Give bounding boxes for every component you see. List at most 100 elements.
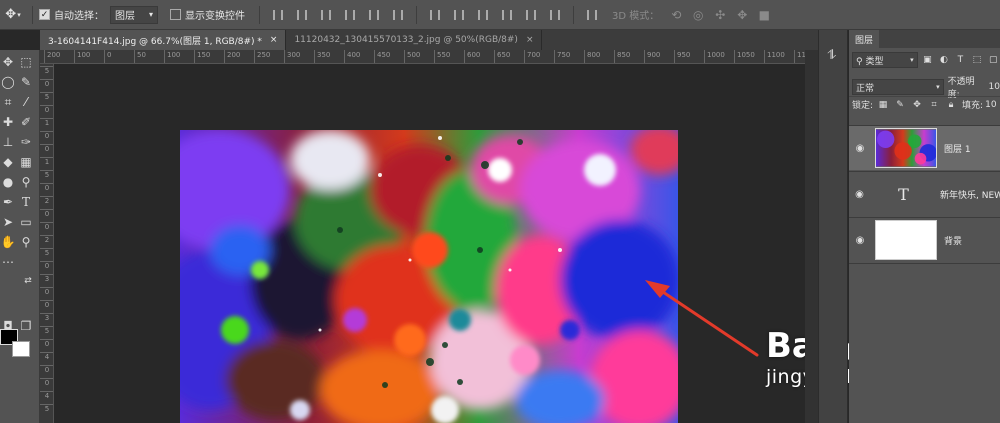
lock-position-icon[interactable]: ✥ xyxy=(910,100,924,110)
history-brush-tool-icon[interactable]: ✑ xyxy=(18,134,34,150)
eye-icon[interactable]: ◉ xyxy=(849,143,871,154)
align-right-icon[interactable] xyxy=(389,8,407,22)
panel-gap xyxy=(805,50,818,423)
align-vcenter-icon[interactable] xyxy=(293,8,311,22)
zoom-tool-icon[interactable]: ⚲ xyxy=(18,234,34,250)
layer-row-text[interactable]: ◉ T 新年快乐, NEW xyxy=(849,171,1000,216)
properties-panel-icon[interactable]: ⥮ xyxy=(827,48,836,63)
ruler-tick: 5 xyxy=(40,170,53,180)
ruler-tick: 200 xyxy=(44,50,60,63)
layer-name: 背景 xyxy=(944,236,963,247)
lock-pixels-icon[interactable]: ✎ xyxy=(893,100,907,110)
move-tool-icon[interactable]: ✥ ▾ xyxy=(0,7,26,22)
eye-icon[interactable]: ◉ xyxy=(849,235,871,246)
screen-mode-icon[interactable]: ❐ xyxy=(18,318,34,334)
stamp-tool-icon[interactable]: ⊥ xyxy=(0,134,16,150)
type-tool-icon[interactable]: T xyxy=(18,194,34,210)
auto-align-icon[interactable] xyxy=(583,8,601,22)
tab-layers[interactable]: 图层 xyxy=(849,30,880,48)
align-left-icon[interactable] xyxy=(341,8,359,22)
swap-colors-icon[interactable]: ⇄ xyxy=(20,273,36,289)
rectangle-tool-icon[interactable]: ▭ xyxy=(18,214,34,230)
brush-tool-icon[interactable]: ✐ xyxy=(18,114,34,130)
distribute-vcenter-icon[interactable] xyxy=(450,8,468,22)
crop-tool-icon[interactable]: ⌗ xyxy=(0,94,16,110)
auto-select-checkbox[interactable]: ✓ xyxy=(39,9,50,20)
align-bottom-icon[interactable] xyxy=(317,8,335,22)
ruler-tick: 0 xyxy=(40,209,53,219)
filter-adjustment-icon[interactable]: ◐ xyxy=(937,55,950,65)
fill-value[interactable]: 10 xyxy=(985,100,996,110)
ruler-tick: 300 xyxy=(284,50,300,63)
ruler-tick: 0 xyxy=(40,183,53,193)
hand-tool-icon[interactable]: ✋ xyxy=(0,234,16,250)
filter-type-icon[interactable]: T xyxy=(954,55,967,65)
marquee-tool-icon[interactable]: ⬚ xyxy=(18,54,34,70)
eyedropper-tool-icon[interactable]: ⁄ xyxy=(18,94,34,110)
ruler-tick: 100 xyxy=(74,50,90,63)
document-tab-2[interactable]: 11120432_130415570133_2.jpg @ 50%(RGB/8#… xyxy=(286,30,543,50)
quick-mask-icon[interactable]: ◘ xyxy=(0,318,16,334)
layer-filter-row: ⚲ 类型 ▾ ▣ ◐ T ⬚ ▢ xyxy=(849,52,1000,68)
layers-panel: 图层 ⚲ 类型 ▾ ▣ ◐ T ⬚ ▢ 正常 ▾ 不透明度: 10 锁定: ▦ … xyxy=(849,30,1000,423)
scale-3d-icon[interactable]: ■ xyxy=(755,8,773,22)
filter-pixel-icon[interactable]: ▣ xyxy=(921,55,934,65)
annotation-arrow xyxy=(645,280,759,357)
distribute-top-icon[interactable] xyxy=(426,8,444,22)
align-hcenter-icon[interactable] xyxy=(365,8,383,22)
move-tool-icon[interactable]: ✥ xyxy=(0,54,16,70)
slide-3d-icon[interactable]: ✥ xyxy=(733,8,751,22)
filter-shape-icon[interactable]: ⬚ xyxy=(970,55,983,65)
align-top-icon[interactable] xyxy=(269,8,287,22)
ruler-tick: 4 xyxy=(40,391,53,401)
more-tools-icon[interactable]: ⋯ xyxy=(0,254,16,270)
distribute-left-icon[interactable] xyxy=(498,8,516,22)
show-transform-checkbox[interactable] xyxy=(170,9,182,20)
pan-3d-icon[interactable]: ✣ xyxy=(711,8,729,22)
eraser-tool-icon[interactable]: ◆ xyxy=(0,154,16,170)
ruler-tick: 600 xyxy=(464,50,480,63)
document-workspace[interactable]: Bai du 经验 jingyan.baidu.com xyxy=(54,64,971,423)
panel-dock: ⥮ xyxy=(818,30,848,423)
distribute-bottom-icon[interactable] xyxy=(474,8,492,22)
dodge-tool-icon[interactable]: ⚲ xyxy=(18,174,34,190)
layer-row-background[interactable]: ◉ 背景 xyxy=(849,217,1000,262)
layer-filter-dropdown[interactable]: ⚲ 类型 ▾ xyxy=(852,52,918,68)
roll-3d-icon[interactable]: ◎ xyxy=(689,8,707,22)
auto-select-target-dropdown[interactable]: 图层 ▾ xyxy=(110,5,159,24)
blur-tool-icon[interactable]: ● xyxy=(0,174,16,190)
layer-row-layer-1[interactable]: ◉ 图层 1 xyxy=(849,125,1000,170)
ruler-tick: 350 xyxy=(314,50,330,63)
ruler-tick: 0 xyxy=(40,378,53,388)
photoshop-window: ✥▾ ✓ 自动选择： 图层 ▾ 显示变换控件 3D 模式： ⟲ ◎ ✣ ✥ ■ xyxy=(0,0,1000,423)
gradient-tool-icon[interactable]: ▦ xyxy=(18,154,34,170)
ruler-tick: 50 xyxy=(134,50,146,63)
quick-select-tool-icon[interactable]: ✎ xyxy=(18,74,34,90)
lasso-tool-icon[interactable]: ◯ xyxy=(0,74,16,90)
background-color-swatch[interactable] xyxy=(12,341,30,357)
healing-tool-icon[interactable]: ✚ xyxy=(0,114,16,130)
distribute-right-icon[interactable] xyxy=(546,8,564,22)
ruler-tick: 0 xyxy=(104,50,111,63)
ruler-tick: 5 xyxy=(40,66,53,76)
lock-artboard-icon[interactable]: ⌗ xyxy=(927,100,941,110)
close-icon[interactable]: × xyxy=(270,35,278,45)
orbit-3d-icon[interactable]: ⟲ xyxy=(667,8,685,22)
document-tab-1[interactable]: 3-1604141F414.jpg @ 66.7%(图层 1, RGB/8#) … xyxy=(40,30,287,50)
opacity-value[interactable]: 10 xyxy=(989,82,1000,92)
eye-icon[interactable]: ◉ xyxy=(849,189,870,200)
ruler-tick: 950 xyxy=(674,50,690,63)
ruler-tick: 700 xyxy=(524,50,540,63)
separator xyxy=(573,5,575,24)
pen-tool-icon[interactable]: ✒ xyxy=(0,194,16,210)
close-icon[interactable]: × xyxy=(526,35,534,45)
ruler-tick: 100 xyxy=(164,50,180,63)
ruler-tick: 1 xyxy=(40,118,53,128)
distribute-hcenter-icon[interactable] xyxy=(522,8,540,22)
path-select-tool-icon[interactable]: ➤ xyxy=(0,214,16,230)
ruler-tick: 900 xyxy=(644,50,660,63)
blend-mode-dropdown[interactable]: 正常 ▾ xyxy=(852,79,944,95)
lock-transparent-icon[interactable]: ▦ xyxy=(876,100,890,110)
filter-smart-icon[interactable]: ▢ xyxy=(987,55,1000,65)
lock-all-icon[interactable]: 🔒︎ xyxy=(944,100,958,110)
